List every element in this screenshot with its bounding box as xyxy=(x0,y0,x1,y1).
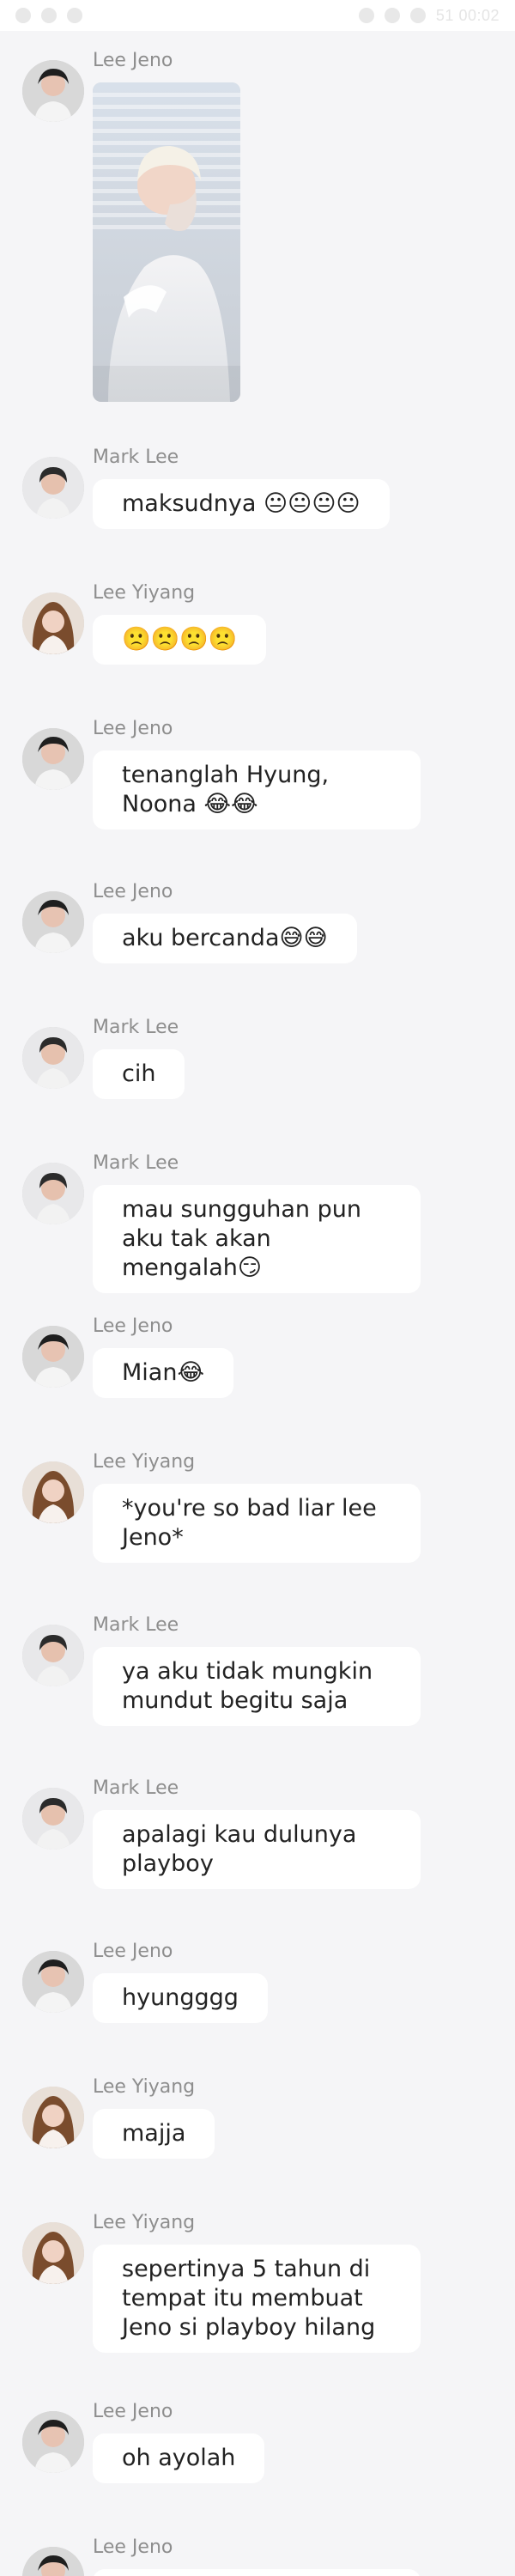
status-left xyxy=(15,8,82,23)
avatar-lee-jeno[interactable] xyxy=(22,1951,84,2013)
message-bubble[interactable]: Mian😂 xyxy=(93,1348,234,1398)
message-bubble[interactable]: maksudnya 😐😐😐😐 xyxy=(93,479,390,529)
avatar-lee-yiyang[interactable] xyxy=(22,1461,84,1523)
message-item[interactable]: Lee Jeno Mian😂 xyxy=(22,1315,503,1410)
message-bubble[interactable]: majja xyxy=(93,2109,215,2159)
message-bubble[interactable]: 🙁🙁🙁🙁 xyxy=(93,615,267,665)
message-item[interactable]: Lee Jeno tenanglah Hyung, Noona 😂😂 xyxy=(22,718,503,840)
signal-icon xyxy=(358,8,374,23)
avatar-lee-jeno[interactable] xyxy=(22,2547,84,2576)
status-right: 51 00:02 xyxy=(358,6,500,25)
status-bar: 51 00:02 xyxy=(0,0,515,31)
status-time: 51 00:02 xyxy=(435,6,500,24)
sender-name: Lee Yiyang xyxy=(93,2212,196,2233)
image-message[interactable] xyxy=(93,82,240,402)
avatar-lee-yiyang[interactable] xyxy=(22,592,84,654)
avatar-lee-yiyang[interactable] xyxy=(22,2087,84,2148)
message-item[interactable]: Lee Jeno xyxy=(22,2537,503,2576)
message-item[interactable]: Lee Yiyang majja xyxy=(22,2076,503,2171)
message-item[interactable]: Lee Yiyang *you're so bad liar lee Jeno* xyxy=(22,1451,503,1573)
message-item[interactable]: Mark Lee apalagi kau dulunya playboy xyxy=(22,1777,503,1899)
sender-name: Mark Lee xyxy=(93,447,179,468)
avatar-lee-yiyang[interactable] xyxy=(22,2222,84,2284)
message-item[interactable]: Mark Lee mau sungguhan pun aku tak akan … xyxy=(22,1152,503,1293)
avatar-mark-lee[interactable] xyxy=(22,1788,84,1850)
message-item[interactable]: Mark Lee ya aku tidak mungkin mundut beg… xyxy=(22,1614,503,1736)
wifi-icon xyxy=(409,8,426,23)
avatar-lee-jeno[interactable] xyxy=(22,1326,84,1388)
sender-name: Lee Jeno xyxy=(93,2401,173,2422)
message-item[interactable]: Lee Yiyang sepertinya 5 tahun di tempat … xyxy=(22,2212,503,2363)
message-bubble[interactable]: apalagi kau dulunya playboy xyxy=(93,1810,421,1889)
sender-name: Mark Lee xyxy=(93,1152,179,1174)
message-bubble[interactable]: hyungggg xyxy=(93,1973,268,2023)
sender-name: Lee Yiyang xyxy=(93,2076,196,2098)
message-item[interactable]: Lee Jeno xyxy=(22,50,503,410)
sender-name: Lee Jeno xyxy=(93,2537,173,2558)
sender-name: Lee Jeno xyxy=(93,881,173,902)
avatar-lee-jeno[interactable] xyxy=(22,60,84,122)
app-notification-icon xyxy=(15,8,31,23)
message-bubble[interactable]: cih xyxy=(93,1049,185,1099)
sender-name: Lee Jeno xyxy=(93,1315,173,1337)
avatar-lee-jeno[interactable] xyxy=(22,2411,84,2473)
avatar-mark-lee[interactable] xyxy=(22,457,84,519)
message-bubble[interactable]: ya aku tidak mungkin mundut begitu saja xyxy=(93,1647,421,1726)
message-bubble[interactable] xyxy=(93,2569,421,2576)
message-item[interactable]: Mark Lee maksudnya 😐😐😐😐 xyxy=(22,447,503,541)
avatar-mark-lee[interactable] xyxy=(22,1163,84,1224)
sender-name: Lee Jeno xyxy=(93,718,173,739)
sender-name: Lee Jeno xyxy=(93,50,173,71)
sender-name: Mark Lee xyxy=(93,1777,179,1799)
sender-name: Mark Lee xyxy=(93,1614,179,1636)
message-bubble[interactable]: aku bercanda😅😅 xyxy=(93,914,357,963)
avatar-lee-jeno[interactable] xyxy=(22,891,84,953)
sender-name: Lee Yiyang xyxy=(93,1451,196,1473)
message-item[interactable]: Lee Jeno oh ayolah xyxy=(22,2401,503,2495)
telegram-icon xyxy=(41,8,57,23)
sender-name: Lee Jeno xyxy=(93,1941,173,1962)
image-notification-icon xyxy=(67,8,82,23)
avatar-lee-jeno[interactable] xyxy=(22,728,84,790)
message-bubble[interactable]: oh ayolah xyxy=(93,2433,265,2483)
message-item[interactable]: Lee Yiyang 🙁🙁🙁🙁 xyxy=(22,582,503,677)
message-bubble[interactable]: tenanglah Hyung, Noona 😂😂 xyxy=(93,750,421,829)
sender-name: Lee Yiyang xyxy=(93,582,196,604)
message-item[interactable]: Lee Jeno aku bercanda😅😅 xyxy=(22,881,503,975)
message-bubble[interactable]: sepertinya 5 tahun di tempat itu membuat… xyxy=(93,2245,421,2353)
message-item[interactable]: Lee Jeno hyungggg xyxy=(22,1941,503,2035)
avatar-mark-lee[interactable] xyxy=(22,1625,84,1686)
message-bubble[interactable]: *you're so bad liar lee Jeno* xyxy=(93,1484,421,1563)
message-bubble[interactable]: mau sungguhan pun aku tak akan mengalah😏 xyxy=(93,1185,421,1293)
message-item[interactable]: Mark Lee cih xyxy=(22,1017,503,1111)
alarm-icon xyxy=(384,8,400,23)
avatar-mark-lee[interactable] xyxy=(22,1027,84,1089)
sender-name: Mark Lee xyxy=(93,1017,179,1038)
